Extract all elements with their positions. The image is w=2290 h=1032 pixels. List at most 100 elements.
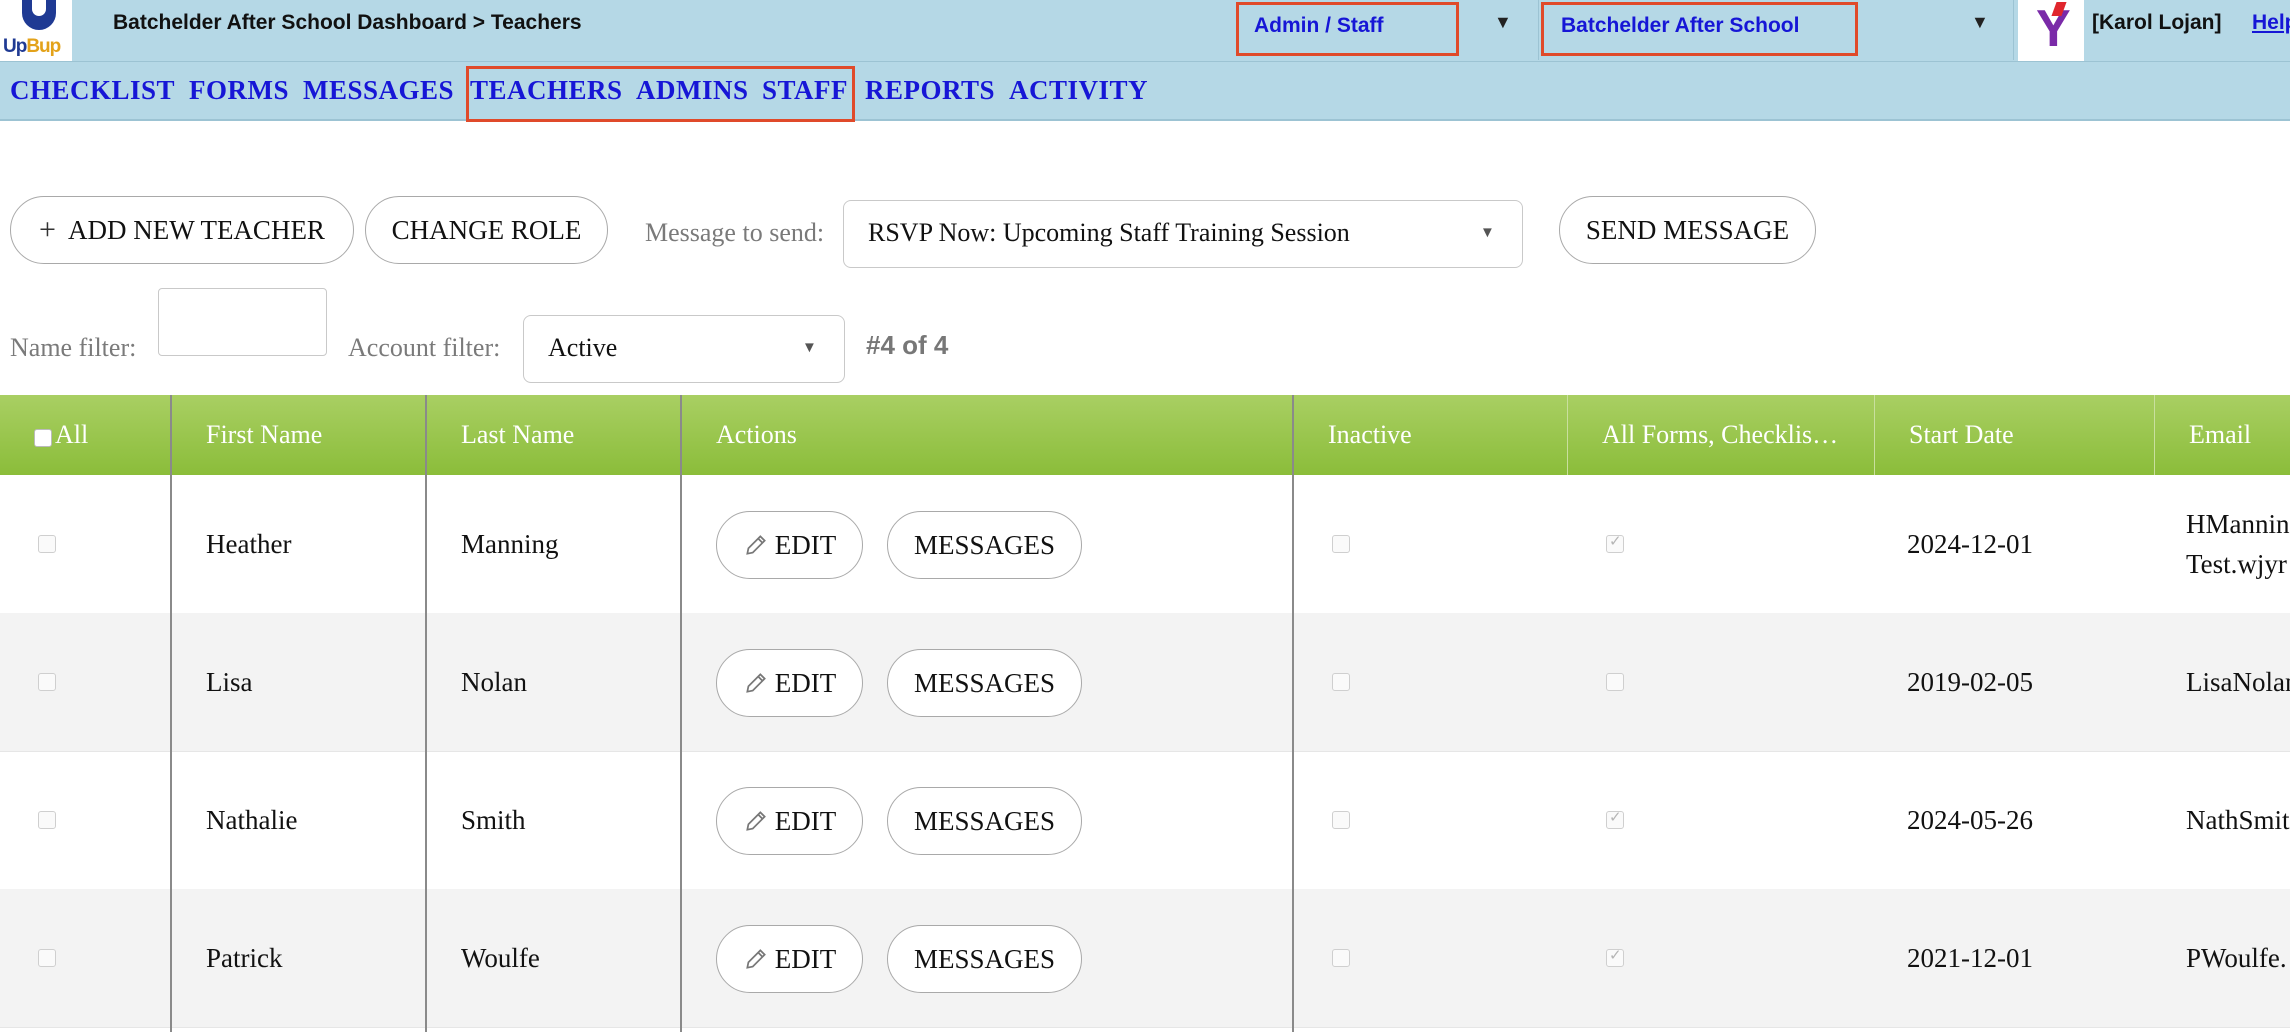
logo-text-up: Up bbox=[3, 36, 27, 57]
column-divider bbox=[425, 395, 427, 1032]
col-last-name[interactable]: Last Name bbox=[426, 395, 681, 475]
inactive-checkbox[interactable] bbox=[1332, 673, 1350, 691]
row-select-checkbox[interactable] bbox=[38, 811, 56, 829]
edit-label: EDIT bbox=[774, 943, 837, 974]
messages-label: MESSAGES bbox=[913, 529, 1056, 560]
last-name-cell: Woulfe bbox=[461, 942, 540, 973]
messages-button[interactable]: MESSAGES bbox=[887, 649, 1082, 717]
role-select[interactable]: Admin / Staff ▼ bbox=[1236, 0, 1536, 60]
logo-text-bup: Bup bbox=[26, 36, 61, 57]
col-all-forms[interactable]: All Forms, Checklis… bbox=[1567, 395, 1874, 475]
table-header: All First Name Last Name Actions Inactiv… bbox=[0, 395, 2290, 475]
col-actions: Actions bbox=[681, 395, 1293, 475]
col-inactive[interactable]: Inactive bbox=[1293, 395, 1567, 475]
send-message-button[interactable]: SEND MESSAGE bbox=[1559, 196, 1816, 264]
first-name-cell: Nathalie bbox=[206, 804, 298, 835]
select-all-header[interactable]: All bbox=[0, 395, 171, 475]
email-cell: PWoulfe. bbox=[2186, 889, 2290, 1027]
edit-button[interactable]: EDIT bbox=[716, 649, 863, 717]
nav-forms[interactable]: FORMS bbox=[189, 75, 289, 106]
role-select-value: Admin / Staff bbox=[1254, 14, 1384, 37]
inactive-checkbox[interactable] bbox=[1332, 949, 1350, 967]
inactive-checkbox[interactable] bbox=[1332, 811, 1350, 829]
email-cell: HMannin Test.wjyr bbox=[2186, 475, 2290, 613]
pencil-icon bbox=[745, 673, 766, 693]
email-line-1: LisaNolan bbox=[2186, 667, 2290, 697]
inactive-checkbox[interactable] bbox=[1332, 535, 1350, 553]
edit-button[interactable]: EDIT bbox=[716, 511, 863, 579]
messages-button[interactable]: MESSAGES bbox=[887, 511, 1082, 579]
first-name-cell: Lisa bbox=[206, 666, 253, 697]
table-row: Patrick Woulfe EDIT MESSAGES 2021-12-01 … bbox=[0, 889, 2290, 1028]
table-row: Nathalie Smith EDIT MESSAGES 2024-05-26 … bbox=[0, 751, 2290, 890]
col-email[interactable]: Email bbox=[2154, 395, 2290, 475]
table-row: Lisa Nolan EDIT MESSAGES 2019-02-05 Lisa… bbox=[0, 613, 2290, 752]
messages-label: MESSAGES bbox=[913, 943, 1056, 974]
pencil-icon bbox=[745, 949, 766, 969]
nav-admins[interactable]: ADMINS bbox=[636, 75, 749, 106]
column-divider bbox=[680, 395, 682, 1032]
email-cell: NathSmit bbox=[2186, 751, 2290, 889]
all-forms-checkbox bbox=[1606, 946, 1624, 967]
send-message-label: SEND MESSAGE bbox=[1585, 214, 1790, 245]
all-forms-checkbox bbox=[1606, 808, 1624, 829]
email-cell: LisaNolan bbox=[2186, 613, 2290, 751]
row-select-checkbox[interactable] bbox=[38, 673, 56, 691]
last-name-cell: Smith bbox=[461, 804, 526, 835]
select-all-label: All bbox=[55, 420, 89, 449]
email-line-1: PWoulfe. bbox=[2186, 943, 2287, 973]
messages-button[interactable]: MESSAGES bbox=[887, 925, 1082, 993]
messages-label: MESSAGES bbox=[913, 805, 1056, 836]
edit-label: EDIT bbox=[774, 805, 837, 836]
name-filter-label: Name filter: bbox=[10, 333, 137, 362]
row-select-checkbox[interactable] bbox=[38, 949, 56, 967]
nav-reports[interactable]: REPORTS bbox=[865, 75, 995, 106]
edit-button[interactable]: EDIT bbox=[716, 787, 863, 855]
main-nav: CHECKLIST FORMS MESSAGES TEACHERS ADMINS… bbox=[0, 62, 2290, 122]
logo-mark-icon bbox=[22, 0, 56, 30]
chevron-down-icon[interactable]: ▼ bbox=[1971, 12, 1989, 33]
col-start-date[interactable]: Start Date bbox=[1874, 395, 2154, 475]
caret-down-icon: ▼ bbox=[1480, 225, 1495, 241]
nav-messages[interactable]: MESSAGES bbox=[303, 75, 454, 106]
row-select-checkbox[interactable] bbox=[38, 535, 56, 553]
change-role-label: CHANGE ROLE bbox=[391, 214, 582, 245]
all-forms-checkbox bbox=[1606, 532, 1624, 553]
name-filter-input[interactable] bbox=[158, 288, 327, 356]
edit-label: EDIT bbox=[774, 529, 837, 560]
top-bar: UpBup Batchelder After School Dashboard … bbox=[0, 0, 2290, 62]
chevron-down-icon[interactable]: ▼ bbox=[1494, 12, 1512, 33]
help-link[interactable]: Help bbox=[2252, 11, 2290, 35]
ymca-logo: Y bbox=[2018, 0, 2084, 61]
message-select[interactable]: RSVP Now: Upcoming Staff Training Sessio… bbox=[843, 200, 1523, 268]
result-count: #4 of 4 bbox=[866, 330, 949, 360]
account-filter-select[interactable]: Active ▼ bbox=[523, 315, 845, 383]
page-breadcrumb: Batchelder After School Dashboard > Teac… bbox=[113, 11, 582, 34]
messages-button[interactable]: MESSAGES bbox=[887, 787, 1082, 855]
col-first-name[interactable]: First Name bbox=[171, 395, 426, 475]
start-date-cell: 2024-05-26 bbox=[1907, 804, 2033, 835]
nav-teachers[interactable]: TEACHERS bbox=[470, 75, 623, 106]
edit-button[interactable]: EDIT bbox=[716, 925, 863, 993]
nav-checklist[interactable]: CHECKLIST bbox=[10, 75, 175, 106]
pencil-icon bbox=[745, 535, 766, 555]
account-filter-value: Active bbox=[548, 333, 618, 362]
select-all-checkbox[interactable] bbox=[34, 429, 52, 447]
change-role-button[interactable]: CHANGE ROLE bbox=[365, 196, 608, 264]
add-new-teacher-label: ADD NEW TEACHER bbox=[67, 214, 325, 245]
plus-icon: + bbox=[39, 213, 56, 246]
edit-label: EDIT bbox=[774, 667, 837, 698]
messages-label: MESSAGES bbox=[913, 667, 1056, 698]
start-date-cell: 2024-12-01 bbox=[1907, 528, 2033, 559]
school-select[interactable]: Batchelder After School ▼ bbox=[1538, 0, 2014, 60]
nav-activity[interactable]: ACTIVITY bbox=[1009, 75, 1148, 106]
add-new-teacher-button[interactable]: + ADD NEW TEACHER bbox=[10, 196, 354, 264]
message-to-send-label: Message to send: bbox=[645, 218, 825, 247]
column-divider bbox=[1292, 395, 1294, 1032]
nav-staff[interactable]: STAFF bbox=[762, 75, 848, 106]
pencil-icon bbox=[745, 811, 766, 831]
start-date-cell: 2021-12-01 bbox=[1907, 942, 2033, 973]
last-name-cell: Manning bbox=[461, 528, 559, 559]
upbup-logo[interactable]: UpBup bbox=[0, 0, 72, 61]
first-name-cell: Patrick bbox=[206, 942, 283, 973]
